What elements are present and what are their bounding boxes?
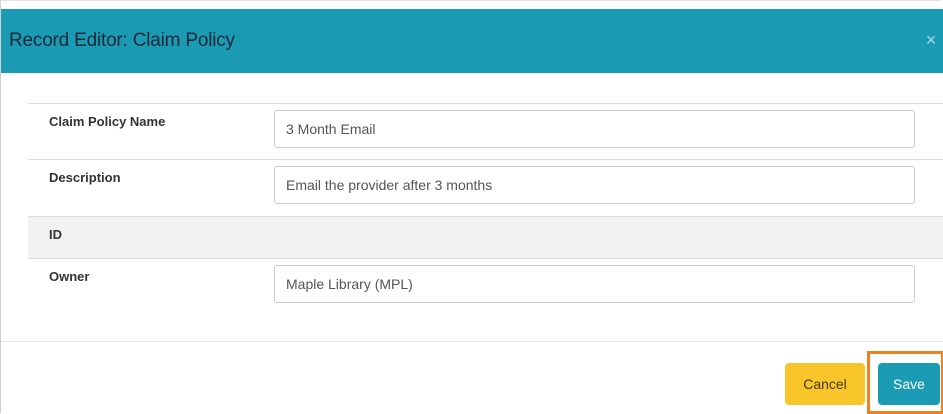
description-label: Description — [49, 170, 121, 185]
save-button[interactable]: Save — [878, 363, 940, 405]
owner-label: Owner — [49, 269, 90, 284]
cancel-button[interactable]: Cancel — [785, 363, 865, 405]
form-row-id: ID — [28, 216, 943, 258]
claim-policy-name-label: Claim Policy Name — [49, 114, 166, 129]
claim-policy-name-input[interactable] — [274, 110, 915, 148]
form-row-description: Description — [28, 159, 943, 216]
close-icon[interactable]: × — [922, 31, 940, 49]
id-label: ID — [49, 227, 62, 242]
dialog-body: Claim Policy Name Description ID Owner — [28, 103, 943, 315]
description-input[interactable] — [274, 166, 915, 204]
owner-input[interactable] — [274, 265, 915, 303]
record-editor-dialog: Record Editor: Claim Policy × Claim Poli… — [0, 0, 943, 414]
form-row-owner: Owner — [28, 258, 943, 315]
dialog-title: Record Editor: Claim Policy — [9, 30, 235, 51]
dialog-header: Record Editor: Claim Policy × — [1, 9, 943, 73]
footer-divider — [1, 341, 943, 342]
form-row-claim-policy-name: Claim Policy Name — [28, 103, 943, 159]
